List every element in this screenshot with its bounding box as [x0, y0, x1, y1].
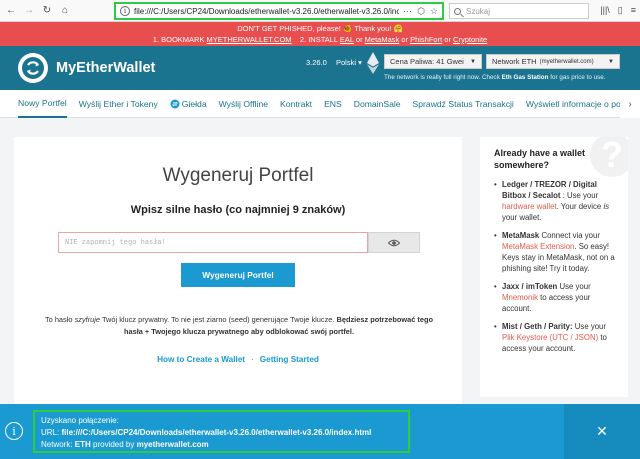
site-header: MyEtherWallet 3.26.0 Polski ▾ Cena Paliw… — [0, 46, 640, 90]
gas-price-dropdown[interactable]: Cena Paliwa: 41 Gwei ▼ — [384, 54, 482, 69]
chevron-down-icon: ▼ — [608, 58, 614, 65]
password-note: To hasło szyfruje Twój klucz prywatny. T… — [44, 315, 434, 336]
more-icon[interactable]: ··· — [403, 6, 412, 17]
help-links: How to Create a Wallet · Getting Started — [157, 355, 319, 364]
tab-swap[interactable]: Giełda — [170, 90, 207, 118]
notice-network: Network: ETH provided by myetherwallet.c… — [41, 440, 209, 449]
tab-send-ether[interactable]: Wyślij Ether i Tokeny — [79, 90, 158, 118]
notice-heading: Uzyskano połączenie: — [41, 416, 119, 425]
address-bar[interactable]: i file:///C:/Users/CP24/Downloads/etherw… — [114, 2, 444, 20]
tab-new-wallet[interactable]: Nowy Portfel — [18, 90, 67, 118]
chevron-down-icon: ▼ — [470, 58, 476, 65]
forward-icon[interactable]: → — [22, 4, 36, 18]
main-nav: Nowy Portfel Wyślij Ether i Tokeny Giełd… — [0, 90, 640, 118]
tab-ens[interactable]: ENS — [324, 90, 342, 118]
close-icon[interactable]: ✕ — [564, 404, 640, 459]
list-item: Jaxx / imToken Use your Mnemonik to acce… — [494, 281, 618, 314]
generate-wallet-card: Wygeneruj Portfel Wpisz silne hasło (co … — [14, 137, 462, 405]
banner-line1: DON'T GET PHISHED, please! 🐠 Thank you! … — [237, 24, 403, 33]
password-input[interactable]: NIE zapomnij tego hasła! — [58, 232, 368, 253]
show-password-button[interactable] — [368, 232, 420, 253]
search-icon — [454, 7, 461, 15]
bookmark-link[interactable]: MYETHERWALLET.COM — [207, 35, 292, 44]
brand-name: MyEtherWallet — [56, 60, 156, 76]
logo[interactable]: MyEtherWallet — [18, 53, 155, 83]
cryptonite-link[interactable]: Cryptonite — [453, 35, 487, 44]
list-item: MetaMask Connect via your MetaMask Exten… — [494, 230, 618, 274]
eye-icon — [388, 239, 400, 246]
version-label: 3.26.0 — [306, 58, 327, 67]
info-icon: i — [5, 422, 23, 440]
search-placeholder: Szukaj — [466, 6, 491, 16]
menu-icon[interactable]: ≡ — [631, 5, 636, 16]
wallet-sidebar: ? Already have a wallet somewhere? Ledge… — [480, 137, 628, 397]
tab-contracts[interactable]: Kontrakt — [280, 90, 312, 118]
metamask-extension-link[interactable]: MetaMask Extension — [502, 242, 574, 251]
swap-icon — [170, 99, 180, 108]
search-input[interactable]: Szukaj — [449, 3, 589, 19]
mew-logo-icon — [18, 53, 48, 83]
hardware-wallet-link[interactable]: hardware wallet — [502, 202, 557, 211]
mnemonic-link[interactable]: Mnemonik — [502, 293, 538, 302]
eal-link[interactable]: EAL — [340, 35, 354, 44]
info-icon[interactable]: i — [120, 6, 130, 16]
generate-wallet-button[interactable]: Wygeneruj Portfel — [181, 263, 295, 287]
notice-url: URL: file:///C:/Users/CP24/Downloads/eth… — [41, 428, 372, 437]
sidebar-icon[interactable]: ▯ — [618, 5, 623, 16]
home-icon[interactable]: ⌂ — [58, 4, 72, 18]
pocket-icon[interactable]: ⬡ — [417, 6, 425, 17]
page-title: Wygeneruj Portfel — [162, 165, 314, 186]
tab-send-offline[interactable]: Wyślij Offline — [219, 90, 268, 118]
chevron-right-icon[interactable]: › — [620, 90, 640, 118]
keystore-link[interactable]: Plik Keystore (UTC / JSON) — [502, 333, 598, 342]
metamask-link[interactable]: MetaMask — [365, 35, 400, 44]
library-icon[interactable]: |||\ — [600, 5, 610, 16]
bookmark-star-icon[interactable]: ☆ — [430, 6, 438, 17]
language-select[interactable]: Polski ▾ — [336, 58, 362, 67]
how-to-create-link[interactable]: How to Create a Wallet — [157, 355, 245, 364]
password-prompt: Wpisz silne hasło (co najmniej 9 znaków) — [130, 204, 346, 216]
password-row: NIE zapomnij tego hasła! — [58, 232, 420, 253]
network-dropdown[interactable]: Network ETH (myetherwallet.com) ▼ — [486, 54, 620, 69]
url-text[interactable]: file:///C:/Users/CP24/Downloads/etherwal… — [134, 7, 399, 16]
reload-icon[interactable]: ↻ — [40, 4, 54, 18]
eth-gas-station-link[interactable]: Eth Gas Station — [502, 74, 549, 81]
phishing-banner: DON'T GET PHISHED, please! 🐠 Thank you! … — [0, 22, 640, 46]
gas-note: The network is really full right now. Ch… — [384, 74, 606, 81]
connection-details: Uzyskano połączenie: URL: file:///C:/Use… — [33, 410, 410, 453]
back-icon[interactable]: ← — [4, 4, 18, 18]
sidebar-title: Already have a wallet somewhere? — [494, 148, 586, 170]
tab-view-wallet[interactable]: Wyświetl informacje o portfe — [526, 90, 633, 118]
getting-started-link[interactable]: Getting Started — [260, 355, 319, 364]
wallet-options-list: Ledger / TREZOR / Digital Bitbox / Secal… — [494, 179, 618, 354]
list-item: Mist / Geth / Parity: Use your Plik Keys… — [494, 321, 618, 354]
browser-toolbar: ← → ↻ ⌂ i file:///C:/Users/CP24/Download… — [0, 0, 640, 22]
banner-line2: 1. BOOKMARK MYETHERWALLET.COM 2. INSTALL… — [152, 35, 488, 44]
connection-notice: i Uzyskano połączenie: URL: file:///C:/U… — [0, 404, 640, 459]
phishfort-link[interactable]: PhishFort — [410, 35, 442, 44]
tab-domainsale[interactable]: DomainSale — [354, 90, 401, 118]
list-item: Ledger / TREZOR / Digital Bitbox / Secal… — [494, 179, 618, 223]
ethereum-icon — [367, 52, 379, 74]
tab-tx-status[interactable]: Sprawdź Status Transakcji — [413, 90, 514, 118]
